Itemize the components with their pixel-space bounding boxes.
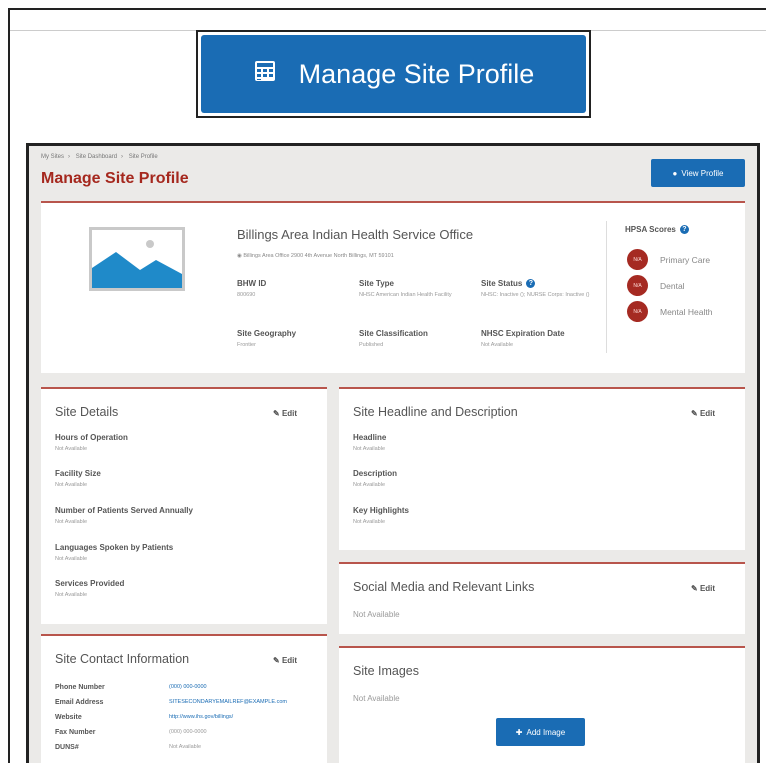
languages-field: Languages Spoken by Patients Not Availabl…	[55, 543, 174, 562]
view-profile-label: View Profile	[681, 168, 724, 178]
site-classification-field: Site Classification Published	[359, 329, 428, 348]
help-icon[interactable]: ?	[679, 225, 689, 235]
hours-of-operation-field: Hours of Operation Not Available	[55, 433, 128, 452]
breadcrumb: My Sites › Site Dashboard › Site Profile	[41, 154, 158, 160]
site-images-title: Site Images	[353, 664, 420, 678]
breadcrumb-site-profile: Site Profile	[128, 154, 158, 160]
headline-edit-button[interactable]: ✎ Edit	[691, 409, 715, 418]
site-address: ◉ Billings Area Office 2900 4th Avenue N…	[237, 253, 394, 259]
add-image-button[interactable]: ✚ Add Image	[496, 718, 585, 746]
hpsa-primary-care: N/A Primary Care	[627, 249, 710, 270]
eye-icon: ●	[672, 168, 678, 178]
pencil-icon: ✎	[691, 584, 700, 593]
site-contact-title: Site Contact Information	[55, 652, 190, 666]
pencil-icon: ✎	[273, 409, 282, 418]
email-link[interactable]: SITESECONDARYEMAILREF@EXAMPLE.com	[169, 699, 287, 706]
site-profile-screenshot: My Sites › Site Dashboard › Site Profile M…	[26, 143, 760, 763]
website-link[interactable]: http://www.ihs.gov/billings/	[169, 714, 233, 721]
image-placeholder-icon	[89, 227, 185, 291]
hero-label: Manage Site Profile	[298, 58, 535, 89]
headline-title: Site Headline and Description	[353, 405, 518, 419]
duns-row: DUNS# Not Available	[55, 744, 202, 751]
patients-served-field: Number of Patients Served Annually Not Av…	[55, 506, 193, 525]
phone-number-row: Phone Number (000) 000-0000	[55, 684, 207, 691]
description-field: Description Not Available	[353, 469, 398, 488]
site-images-value: Not Available	[353, 694, 400, 703]
site-contact-edit-button[interactable]: ✎ Edit	[273, 656, 297, 665]
social-media-edit-button[interactable]: ✎ Edit	[691, 584, 715, 593]
divider	[606, 221, 607, 353]
key-highlights-field: Key Highlights Not Available	[353, 506, 410, 525]
fax-number-row: Fax Number (000) 000-0000	[55, 729, 207, 736]
email-address-row: Email Address SITESECONDARYEMAILREF@EXAMP…	[55, 699, 287, 706]
breadcrumb-site-dashboard[interactable]: Site Dashboard	[76, 154, 117, 160]
page-title: Manage Site Profile	[41, 170, 189, 187]
site-details-card: Site Details ✎ Edit Hours of Operation No…	[41, 387, 327, 624]
hpsa-scores-title: HPSA Scores?	[625, 225, 689, 235]
site-summary-card: Billings Area Indian Health Service Offi…	[41, 201, 745, 373]
services-provided-field: Services Provided Not Available	[55, 579, 125, 598]
site-contact-card: Site Contact Information ✎ Edit Phone Nu…	[41, 634, 327, 763]
hpsa-mental-health: N/A Mental Health	[627, 301, 712, 322]
site-type-field: Site Type NHSC American Indian Health Fac…	[359, 279, 452, 298]
plus-icon: ✚	[515, 727, 523, 737]
social-media-title: Social Media and Relevant Links	[353, 580, 535, 594]
social-media-value: Not Available	[353, 610, 400, 619]
site-geography-field: Site Geography Frontier	[237, 329, 297, 348]
site-details-title: Site Details	[55, 405, 119, 419]
website-row: Website http://www.ihs.gov/billings/	[55, 714, 234, 721]
facility-size-field: Facility Size Not Available	[55, 469, 101, 488]
view-profile-button[interactable]: ● View Profile	[651, 159, 745, 187]
site-details-edit-button[interactable]: ✎ Edit	[273, 409, 297, 418]
nhsc-expiration-field: NHSC Expiration Date Not Available	[481, 329, 565, 348]
headline-card: Site Headline and Description ✎ Edit Hea…	[339, 387, 745, 550]
manage-site-profile-banner[interactable]: Manage Site Profile	[201, 35, 586, 113]
breadcrumb-my-sites[interactable]: My Sites	[41, 154, 64, 160]
calculator-grid-icon	[253, 59, 277, 90]
site-name: Billings Area Indian Health Service Offi…	[237, 227, 474, 242]
hpsa-dental: N/A Dental	[627, 275, 685, 296]
site-status-field: Site Status? NHSC: Inactive (); NURSE Cor…	[481, 279, 590, 299]
hero-banner-frame: Manage Site Profile	[196, 30, 591, 118]
pencil-icon: ✎	[691, 409, 700, 418]
social-media-card: Social Media and Relevant Links ✎ Edit N…	[339, 562, 745, 634]
bhw-id-field: BHW ID 800690	[237, 279, 267, 298]
help-icon[interactable]: ?	[526, 279, 536, 289]
headline-field: Headline Not Available	[353, 433, 387, 452]
site-images-card: Site Images Not Available ✚ Add Image	[339, 646, 745, 763]
pencil-icon: ✎	[273, 656, 282, 665]
